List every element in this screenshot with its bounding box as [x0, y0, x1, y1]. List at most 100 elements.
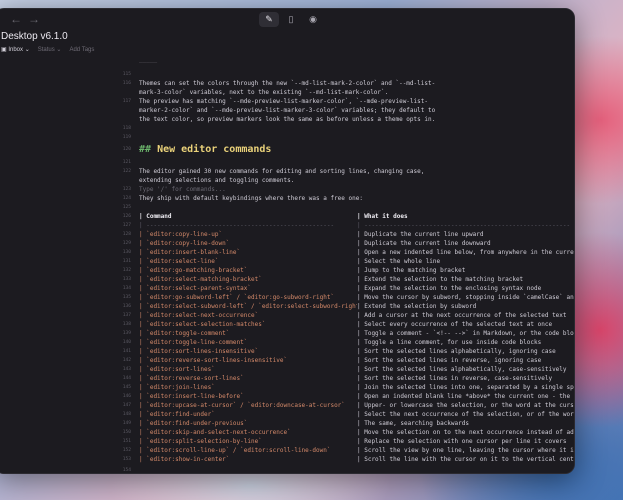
line-number: 125: [122, 205, 131, 210]
table-row[interactable]: 141 | `editor:sort-lines-insensitive` | So…: [0, 347, 574, 356]
table-cell-command: | `editor:select-selection-matches`: [139, 321, 266, 328]
table-cell-command: | `editor:insert-blank-line`: [139, 249, 241, 256]
line-number: 139: [122, 331, 131, 336]
line-number: 115: [122, 72, 131, 77]
editor-line[interactable]: 123 Type '/' for commands...: [0, 185, 574, 194]
editor-line[interactable]: 115: [0, 70, 574, 79]
table-row[interactable]: 132 | `editor:go-matching-bracket` | Jump …: [0, 266, 574, 275]
line-number: 127: [122, 223, 131, 228]
table-row[interactable]: 151 | `editor:split-selection-by-line` | R…: [0, 437, 574, 446]
table-row[interactable]: 147 | `editor:upcase-at-cursor` / `editor…: [0, 401, 574, 410]
line-number: 144: [122, 376, 131, 381]
inbox-selector[interactable]: ▣ Inbox ⌄: [1, 46, 30, 53]
table-row[interactable]: 126 | Command | What it does: [0, 212, 574, 221]
line-text: The editor gained 30 new commands for ed…: [139, 168, 425, 175]
edit-mode-pencil-icon[interactable]: ✎: [259, 12, 279, 27]
editor-line[interactable]: 116 Themes can set the colors through the…: [0, 79, 574, 88]
split-view-icon[interactable]: ▯: [281, 12, 301, 27]
preview-eye-icon[interactable]: ◉: [303, 12, 323, 27]
table-cell-description: | Join the selected lines into one, sepa…: [357, 384, 574, 391]
table-row[interactable]: 131 | `editor:select-line` | Select the wh…: [0, 257, 574, 266]
editor-line[interactable]: 119: [0, 133, 574, 142]
table-cell-description: | Toggle a line comment, for use inside …: [357, 339, 542, 346]
table-cell-command: | `editor:go-subword-left` / `editor:go-…: [139, 294, 335, 301]
editor-line[interactable]: 118: [0, 124, 574, 133]
line-text: Type '/' for commands...: [139, 186, 226, 193]
table-row[interactable]: 130 | `editor:insert-blank-line` | Open a …: [0, 248, 574, 257]
editor-line[interactable]: marker-2-color` and `--mde-preview-list-…: [0, 106, 574, 115]
back-arrow-icon[interactable]: ←: [9, 12, 23, 26]
editor-line[interactable]: mark-3-color` variables, next to the exi…: [0, 88, 574, 97]
line-number: 148: [122, 412, 131, 417]
line-number: 126: [122, 214, 131, 219]
editor-line[interactable]: 125: [0, 203, 574, 212]
table-cell-command: | `editor:find-under-previous`: [139, 420, 248, 427]
table-cell-command: | `editor:find-under`: [139, 411, 215, 418]
table-row[interactable]: 136 | `editor:select-subword-left` / `edi…: [0, 302, 574, 311]
heading-line[interactable]: 120 ## New editor commands: [0, 143, 574, 157]
table-row[interactable]: 127 | -----------------------------------…: [0, 221, 574, 230]
table-row[interactable]: 149 | `editor:find-under-previous` | The s…: [0, 419, 574, 428]
line-number: 128: [122, 232, 131, 237]
line-number: 118: [122, 126, 131, 131]
line-number: 129: [122, 241, 131, 246]
table-row[interactable]: 143 | `editor:sort-lines` | Sort the selec…: [0, 365, 574, 374]
table-row[interactable]: 137 | `editor:select-next-occurrence` | Ad…: [0, 311, 574, 320]
line-number: 152: [122, 448, 131, 453]
table-row[interactable]: 138 | `editor:select-selection-matches` | …: [0, 320, 574, 329]
table-cell-description: | Select the next occurrence of the sele…: [357, 411, 574, 418]
table-cell-description: | Duplicate the current line upward: [357, 231, 484, 238]
table-row[interactable]: 139 | `editor:toggle-comment` | Toggle a c…: [0, 329, 574, 338]
note-title[interactable]: Desktop v6.1.0: [1, 31, 94, 42]
table-row[interactable]: 145 | `editor:join-lines` | Join the selec…: [0, 383, 574, 392]
folder-icon: ▣: [1, 47, 7, 53]
table-row[interactable]: 153 | `editor:show-in-center` | Scroll the…: [0, 455, 574, 464]
table-cell-description: | Expand the selection to the enclosing …: [357, 285, 542, 292]
status-selector[interactable]: Status ⌄: [38, 46, 62, 53]
table-cell-description: | --------------------------------------…: [357, 222, 571, 229]
table-cell-description: | Select every occurrence of the selecte…: [357, 321, 553, 328]
line-text: extending selections and toggling commen…: [139, 177, 295, 184]
table-cell-command: | `editor:select-next-occurrence`: [139, 312, 259, 319]
table-row[interactable]: 144 | `editor:reverse-sort-lines` | Sort t…: [0, 374, 574, 383]
table-row[interactable]: 146 | `editor:insert-line-before` | Open a…: [0, 392, 574, 401]
markdown-editor[interactable]: ‾‾‾‾‾ 115 116 Themes can set the colors thr…: [0, 61, 574, 473]
table-row[interactable]: 133 | `editor:select-matching-bracket` | E…: [0, 275, 574, 284]
forward-arrow-icon[interactable]: →: [27, 12, 41, 26]
line-number: 150: [122, 430, 131, 435]
editor-line[interactable]: ‾‾‾‾‾: [0, 61, 574, 70]
line-number: 137: [122, 313, 131, 318]
table-cell-description: | Toggle a comment - `<!-- -->` in Markd…: [357, 330, 574, 337]
editor-line[interactable]: 124 They ship with default keybindings wh…: [0, 194, 574, 203]
table-row[interactable]: 129 | `editor:copy-line-down` | Duplicate …: [0, 239, 574, 248]
editor-line[interactable]: extending selections and toggling commen…: [0, 176, 574, 185]
table-row[interactable]: 152 | `editor:scroll-line-up` / `editor:s…: [0, 446, 574, 455]
editor-line[interactable]: 154: [0, 466, 574, 473]
table-cell-command: | Command: [139, 213, 172, 220]
add-tags-button[interactable]: Add Tags: [69, 47, 94, 53]
line-number: 138: [122, 322, 131, 327]
table-cell-command: | `editor:join-lines`: [139, 384, 215, 391]
table-row[interactable]: 148 | `editor:find-under` | Select the nex…: [0, 410, 574, 419]
view-mode-toolbar: ✎ ▯ ◉: [259, 12, 323, 27]
editor-line[interactable]: the text color, so preview markers look …: [0, 115, 574, 124]
table-cell-description: | Add a cursor at the next occurrence of…: [357, 312, 567, 319]
table-row[interactable]: 134 | `editor:select-parent-syntax` | Expa…: [0, 284, 574, 293]
table-row[interactable]: 150 | `editor:skip-and-select-next-occurr…: [0, 428, 574, 437]
line-number: 154: [122, 468, 131, 473]
table-row[interactable]: 142 | `editor:reverse-sort-lines-insensit…: [0, 356, 574, 365]
section-heading: ## New editor commands: [139, 143, 574, 157]
table-row[interactable]: 128 | `editor:copy-line-up` | Duplicate th…: [0, 230, 574, 239]
editor-line[interactable]: 117 The preview has matching `--mde-previ…: [0, 97, 574, 106]
line-number: 143: [122, 367, 131, 372]
table-cell-description: | Duplicate the current line downward: [357, 240, 491, 247]
table-cell-command: | `editor:reverse-sort-lines`: [139, 375, 244, 382]
table-row[interactable]: 135 | `editor:go-subword-left` / `editor:…: [0, 293, 574, 302]
table-cell-description: | Sort the selected lines in reverse, ig…: [357, 357, 542, 364]
table-cell-command: | `editor:copy-line-down`: [139, 240, 230, 247]
editor-line[interactable]: 121: [0, 158, 574, 167]
line-number: 120: [122, 147, 131, 152]
line-number: 131: [122, 259, 131, 264]
editor-line[interactable]: 122 The editor gained 30 new commands for…: [0, 167, 574, 176]
table-row[interactable]: 140 | `editor:toggle-line-comment` | Toggl…: [0, 338, 574, 347]
